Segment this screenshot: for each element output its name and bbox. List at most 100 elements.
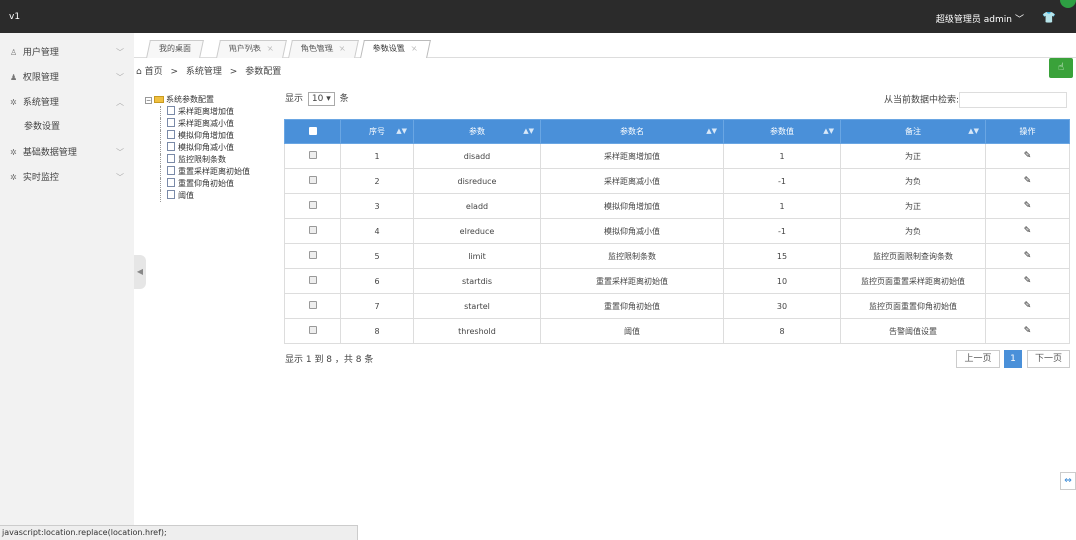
edit-pencil-icon[interactable]: ✎ — [1024, 251, 1032, 261]
row-checkbox-cell[interactable] — [284, 268, 341, 294]
document-icon — [167, 118, 175, 127]
table-row[interactable]: 2 disreduce 采样距离减小值 -1 为负 ✎ — [284, 168, 1070, 194]
cell-param: startel — [413, 293, 541, 319]
page-length-select[interactable]: 10 ▾ — [307, 92, 335, 106]
tree-node[interactable]: 阈值 — [145, 190, 280, 202]
tab-param-settings[interactable]: 参数设置 × — [360, 40, 431, 58]
row-checkbox-cell[interactable] — [284, 193, 341, 219]
sidebar-item-system[interactable]: ✲ 系统管理 ︿ — [0, 90, 134, 115]
chevron-down-icon: ﹀ — [116, 148, 124, 157]
hand-cursor-icon: ☝ — [1057, 62, 1065, 73]
table-row[interactable]: 7 startel 重置仰角初始值 30 监控页面重置仰角初始值 ✎ — [284, 293, 1070, 319]
breadcrumb-level1[interactable]: 系统管理 — [186, 67, 222, 77]
tree-node[interactable]: 模拟仰角减小值 — [145, 142, 280, 154]
select-all-header[interactable] — [284, 119, 341, 144]
document-icon — [167, 130, 175, 139]
col-header-remark[interactable]: 备注 ▲▼ — [840, 119, 986, 144]
col-header-index[interactable]: 序号 ▲▼ — [340, 119, 414, 144]
float-link-icon[interactable]: ⇔ — [1060, 472, 1076, 490]
row-checkbox-cell[interactable] — [284, 293, 341, 319]
row-checkbox-cell[interactable] — [284, 143, 341, 169]
sidebar-item-basic-data[interactable]: ✲ 基础数据管理 ﹀ — [0, 140, 134, 165]
search-input[interactable] — [959, 92, 1068, 108]
edit-pencil-icon[interactable]: ✎ — [1024, 176, 1032, 186]
table-row[interactable]: 5 limit 监控限制条数 15 监控页面限制查询条数 ✎ — [284, 243, 1070, 269]
tree-node[interactable]: 模拟仰角增加值 — [145, 130, 280, 142]
breadcrumb-home[interactable]: 首页 — [145, 67, 163, 77]
tree-node[interactable]: 采样距离增加值 — [145, 106, 280, 118]
user-icon: ♟ — [10, 73, 18, 82]
row-checkbox-cell[interactable] — [284, 318, 341, 344]
cell-actions: ✎ — [985, 293, 1070, 319]
edit-pencil-icon[interactable]: ✎ — [1024, 151, 1032, 161]
cell-param-name: 重置采样距离初始值 — [540, 268, 724, 294]
param-tree: − 系统参数配置 采样距离增加值 采样距离减小值 模拟仰角增加值 模拟仰角减小值 … — [145, 94, 280, 202]
sidebar-subitem-param-settings[interactable]: 参数设置 — [0, 115, 134, 140]
next-page-button[interactable]: 下一页 — [1027, 350, 1070, 368]
page-1-button[interactable]: 1 — [1004, 350, 1022, 368]
close-icon[interactable]: × — [265, 41, 275, 57]
page-length-value: 10 — [311, 94, 324, 104]
row-checkbox[interactable] — [308, 151, 317, 159]
row-checkbox[interactable] — [308, 301, 317, 309]
sidebar-item-user-management[interactable]: ♙ 用户管理 ﹀ — [0, 40, 134, 65]
page-length-control: 显示 10 ▾ 条 — [285, 91, 349, 106]
row-checkbox[interactable] — [308, 226, 317, 234]
refresh-button[interactable]: ☝ — [1049, 58, 1073, 78]
cell-param-value: 8 — [723, 318, 841, 344]
row-checkbox-cell[interactable] — [284, 168, 341, 194]
col-header-param-value[interactable]: 参数值 ▲▼ — [723, 119, 841, 144]
user-menu[interactable]: 超级管理员 admin ﹀ — [936, 12, 1024, 25]
table-row[interactable]: 1 disadd 采样距离增加值 1 为正 ✎ — [284, 143, 1070, 169]
edit-pencil-icon[interactable]: ✎ — [1024, 276, 1032, 286]
cell-param-name: 阈值 — [540, 318, 724, 344]
select-all-checkbox[interactable] — [308, 126, 317, 135]
prev-page-button[interactable]: 上一页 — [956, 350, 1000, 368]
chevron-up-icon: ︿ — [116, 98, 124, 107]
col-header-param[interactable]: 参数 ▲▼ — [413, 119, 541, 144]
edit-pencil-icon[interactable]: ✎ — [1024, 301, 1032, 311]
sidebar-item-realtime-monitor[interactable]: ✲ 实时监控 ﹀ — [0, 165, 134, 190]
chevron-down-icon: ﹀ — [116, 173, 124, 182]
col-header-param-name[interactable]: 参数名 ▲▼ — [540, 119, 724, 144]
row-checkbox[interactable] — [308, 251, 317, 259]
tab-desktop[interactable]: 我的桌面 — [146, 40, 204, 58]
close-icon[interactable]: × — [337, 41, 347, 57]
sort-icon: ▲▼ — [968, 127, 979, 135]
cell-actions: ✎ — [985, 168, 1070, 194]
cell-param: disadd — [413, 143, 541, 169]
close-icon[interactable]: × — [409, 41, 419, 57]
tab-user-list[interactable]: 用户列表 × — [216, 40, 287, 58]
edit-pencil-icon[interactable]: ✎ — [1024, 201, 1032, 211]
tab-role-management[interactable]: 角色管理 × — [288, 40, 359, 58]
edit-pencil-icon[interactable]: ✎ — [1024, 326, 1032, 336]
table-row[interactable]: 8 threshold 阈值 8 告警阈值设置 ✎ — [284, 318, 1070, 344]
edit-pencil-icon[interactable]: ✎ — [1024, 226, 1032, 236]
shirt-icon[interactable]: 👕 — [1042, 11, 1056, 24]
row-checkbox[interactable] — [308, 201, 317, 209]
browser-status-bar: javascript:location.replace(location.hre… — [0, 525, 358, 540]
table-row[interactable]: 6 startdis 重置采样距离初始值 10 监控页面重置采样距离初始值 ✎ — [284, 268, 1070, 294]
tree-node[interactable]: 重置仰角初始值 — [145, 178, 280, 190]
tree-node[interactable]: 重置采样距离初始值 — [145, 166, 280, 178]
sort-icon: ▲▼ — [706, 127, 717, 135]
table-row[interactable]: 4 elreduce 模拟仰角减小值 -1 为负 ✎ — [284, 218, 1070, 244]
row-checkbox[interactable] — [308, 176, 317, 184]
row-checkbox[interactable] — [308, 326, 317, 334]
sidebar-item-label: 用户管理 — [22, 48, 59, 58]
row-checkbox-cell[interactable] — [284, 243, 341, 269]
collapse-icon[interactable]: − — [145, 97, 152, 104]
user-name: 超级管理员 admin — [935, 15, 1012, 25]
row-checkbox[interactable] — [308, 276, 317, 284]
row-checkbox-cell[interactable] — [284, 218, 341, 244]
sidebar-collapse-handle[interactable]: ◀ — [134, 255, 146, 289]
tree-root[interactable]: − 系统参数配置 — [145, 94, 280, 106]
cell-param: eladd — [413, 193, 541, 219]
sidebar-item-permission[interactable]: ♟ 权限管理 ﹀ — [0, 65, 134, 90]
tree-node[interactable]: 监控限制条数 — [145, 154, 280, 166]
gear-icon: ✲ — [10, 173, 17, 182]
tree-node[interactable]: 采样距离减小值 — [145, 118, 280, 130]
table-row[interactable]: 3 eladd 模拟仰角增加值 1 为正 ✎ — [284, 193, 1070, 219]
sort-icon: ▲▼ — [823, 127, 834, 135]
tree-node-label: 采样距离减小值 — [178, 119, 234, 128]
